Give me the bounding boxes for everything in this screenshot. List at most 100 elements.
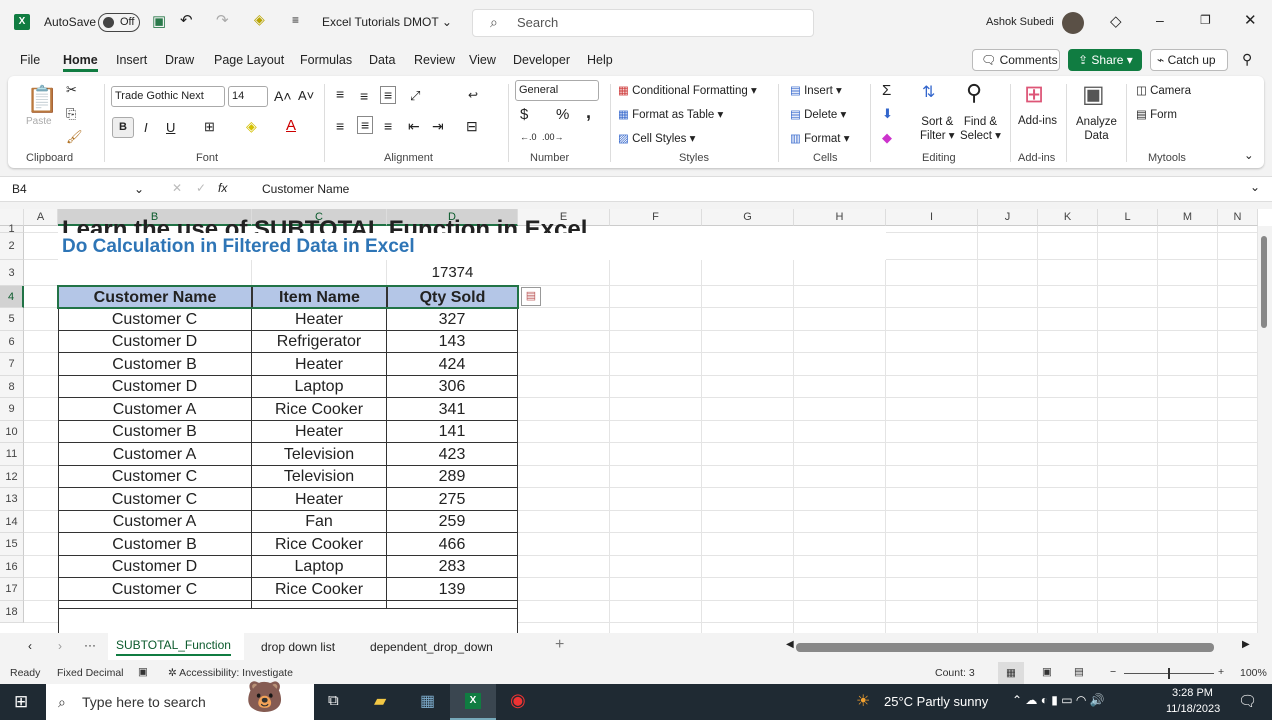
formula-input[interactable]: Customer Name [262,182,349,196]
sheet-tab-subtotal-function[interactable]: SUBTOTAL_Function [108,633,244,660]
table-cell[interactable] [58,601,252,609]
tab-home[interactable]: Home [63,53,98,72]
table-cell[interactable]: Television [252,443,387,466]
table-cell[interactable]: Refrigerator [252,331,387,353]
table-cell[interactable]: Customer B [58,353,252,376]
page-break-view-button[interactable]: ▤ [1074,666,1084,678]
table-cell[interactable]: Customer C [58,488,252,511]
table-cell[interactable]: Fan [252,511,387,533]
row-header-11[interactable]: 11 [0,443,24,466]
align-middle-icon[interactable]: ≡ [360,88,368,104]
sheet-subtitle[interactable]: Do Calculation in Filtered Data in Excel [58,233,886,260]
column-header-j[interactable]: J [978,209,1038,226]
tab-data[interactable]: Data [369,53,395,67]
redo-icon[interactable]: ↷ [216,11,229,29]
row-header-9[interactable]: 9 [0,398,24,421]
table-cell[interactable]: Customer A [58,398,252,421]
row-header-12[interactable]: 12 [0,466,24,488]
fill-icon[interactable]: ⬇ [882,106,893,122]
row-header-10[interactable]: 10 [0,421,24,443]
align-left-icon[interactable]: ≡ [336,118,344,134]
table-cell[interactable]: Customer A [58,511,252,533]
format-painter-icon[interactable]: 🖌 [66,129,83,145]
document-title[interactable]: Excel Tutorials DMOT ⌄ [322,15,452,29]
find-icon[interactable]: ⚲ [966,80,982,106]
insert-function-button[interactable]: fx [218,181,227,195]
zoom-out-button[interactable]: − [1110,666,1116,678]
sort-filter-icon[interactable]: ⇅ [922,82,935,102]
table-cell[interactable]: Customer C [58,308,252,331]
tab-formulas[interactable]: Formulas [300,53,352,67]
task-view-icon[interactable]: ⧉ [328,692,339,709]
align-center-icon[interactable]: ≡ [357,116,374,134]
taskbar-search[interactable]: Type here to search ⌕ 🐻 [46,681,314,720]
find-select-button[interactable]: Find & Select ▾ [960,115,1001,143]
next-sheet-icon[interactable]: › [58,639,62,653]
format-as-table-button[interactable]: ▦ Format as Table ▾ [618,107,723,121]
file-explorer-icon[interactable]: ▰ [374,691,386,711]
format-cells-button[interactable]: ▥ Format ▾ [790,131,849,145]
table-cell[interactable]: Laptop [252,376,387,398]
table-cell[interactable]: Customer D [58,376,252,398]
accessibility-button[interactable]: ✲ Accessibility: Investigate [168,667,293,679]
quick-analysis-icon[interactable]: ▤ [521,287,541,306]
row-header-8[interactable]: 8 [0,376,24,398]
zoom-slider-thumb[interactable] [1168,668,1170,679]
add-ins-button[interactable]: Add-ins [1018,115,1057,127]
align-bottom-icon[interactable]: ≡ [380,86,397,104]
excel-taskbar-button[interactable]: X [450,684,496,720]
italic-button[interactable]: I [144,120,148,135]
save-icon[interactable]: ▣ [152,12,166,30]
bold-button[interactable]: B [112,117,134,138]
insert-cells-button[interactable]: ▤ Insert ▾ [790,83,842,97]
row-header-1[interactable]: 1 [0,224,24,235]
expand-formula-icon[interactable]: ⌄ [1250,180,1260,194]
copy-icon[interactable]: ⎘ [66,106,76,122]
table-cell[interactable]: Customer D [58,331,252,353]
table-cell[interactable]: Television [252,466,387,488]
clock-date[interactable]: 11/18/2023 [1166,703,1220,715]
increase-font-icon[interactable]: A˄ [274,88,292,104]
table-cell[interactable]: Customer C [58,466,252,488]
table-cell[interactable]: Laptop [252,556,387,578]
zoom-in-button[interactable]: + [1218,666,1224,678]
cut-icon[interactable]: ✂ [66,82,77,98]
table-cell[interactable]: 275 [387,488,518,511]
user-name[interactable]: Ashok Subedi [986,16,1054,28]
add-ins-icon[interactable]: ⊞ [1024,80,1044,109]
zoom-level[interactable]: 100% [1240,667,1267,679]
restore-button[interactable]: ❐ [1200,13,1211,27]
table-cell[interactable]: 139 [387,578,518,601]
orientation-icon[interactable]: ⤢ [410,88,420,104]
currency-button[interactable]: $ [520,106,528,123]
horizontal-scrollbar[interactable] [796,643,1214,652]
font-size-select[interactable]: 14 [228,86,268,107]
table-cell[interactable]: 423 [387,443,518,466]
row-header-6[interactable]: 6 [0,331,24,353]
autosave-toggle[interactable]: Off [98,13,140,32]
column-header-l[interactable]: L [1098,209,1158,226]
calculator-icon[interactable]: ▦ [420,691,435,711]
analyze-data-icon[interactable]: ▣ [1082,80,1105,109]
sort-filter-button[interactable]: Sort & Filter ▾ [920,115,955,143]
zoom-slider[interactable] [1124,668,1214,679]
name-box[interactable]: B4 ⌄ [8,179,146,199]
cell-styles-button[interactable]: ▨ Cell Styles ▾ [618,131,695,145]
ribbon-collapse-icon[interactable]: ⌄ [1244,148,1254,162]
table-cell[interactable]: Rice Cooker [252,578,387,601]
table-cell[interactable]: Customer C [58,578,252,601]
diamond-icon[interactable]: ◇ [1110,12,1122,30]
comments-button[interactable]: 🗨 Comments [972,49,1060,71]
worksheet-grid[interactable]: A B C D E F G H I J K L M N 1 2 3 4 5 6 7 8 9 10 11 12 13 14 15 16 17 1… [0,209,1272,633]
row-header-17[interactable]: 17 [0,578,24,601]
comma-button[interactable]: , [586,102,591,123]
table-cell[interactable]: 289 [387,466,518,488]
tab-insert[interactable]: Insert [116,53,147,67]
table-cell[interactable]: Customer D [58,556,252,578]
autosum-button[interactable]: Σ [882,82,891,99]
vertical-scrollbar[interactable] [1258,226,1272,633]
tab-page-layout[interactable]: Page Layout [214,53,284,67]
fill-color-icon[interactable]: ◈ [246,118,257,135]
feedback-icon[interactable]: ⚲ [1242,51,1252,68]
subtotal-value[interactable]: 17374 [387,260,518,286]
